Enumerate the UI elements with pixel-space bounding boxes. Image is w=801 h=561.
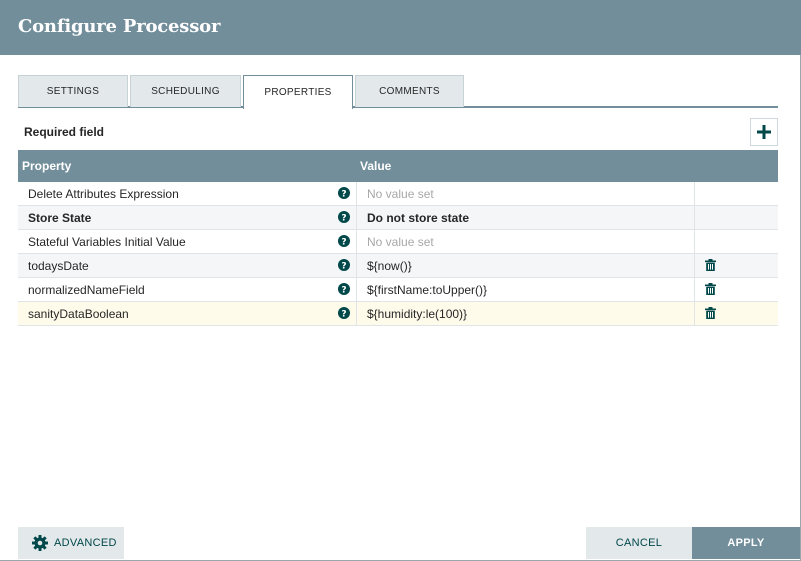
help-icon[interactable]: ?	[338, 211, 350, 223]
property-value-cell[interactable]: ${humidity:le(100)}	[357, 302, 695, 325]
property-name-cell: normalizedNameField ?	[18, 278, 357, 301]
advanced-button[interactable]: ADVANCED	[18, 527, 124, 559]
tab-properties[interactable]: PROPERTIES	[243, 75, 353, 109]
property-name: Store State	[28, 211, 92, 225]
advanced-label: ADVANCED	[54, 537, 117, 549]
trash-icon[interactable]	[705, 259, 716, 271]
properties-table: Property Value Delete Attributes Express…	[18, 150, 778, 326]
property-value: No value set	[367, 235, 434, 249]
property-value-cell[interactable]: No value set	[357, 182, 695, 205]
row-actions	[695, 230, 778, 253]
plus-icon	[757, 125, 771, 139]
property-value: ${humidity:le(100)}	[367, 307, 468, 321]
svg-text:?: ?	[341, 286, 346, 296]
tab-comments[interactable]: COMMENTS	[355, 75, 464, 107]
property-name: Stateful Variables Initial Value	[28, 235, 186, 249]
apply-button[interactable]: APPLY	[692, 527, 800, 559]
help-icon[interactable]: ?	[338, 259, 350, 271]
tab-scheduling[interactable]: SCHEDULING	[130, 75, 241, 107]
property-value: ${now()}	[367, 259, 412, 273]
property-value: Do not store state	[367, 211, 470, 225]
property-name: Delete Attributes Expression	[28, 187, 179, 201]
table-row[interactable]: Delete Attributes Expression ? No value …	[18, 182, 778, 206]
cancel-button[interactable]: CANCEL	[586, 527, 692, 559]
row-actions	[695, 254, 778, 277]
table-row[interactable]: normalizedNameField ? ${firstName:toUppe…	[18, 278, 778, 302]
table-row[interactable]: Store State ? Do not store state	[18, 206, 778, 230]
row-actions	[695, 278, 778, 301]
gear-icon	[32, 535, 48, 551]
column-header-property: Property	[22, 159, 72, 173]
property-value-cell[interactable]: ${now()}	[357, 254, 695, 277]
svg-text:?: ?	[341, 310, 346, 320]
property-name-cell: sanityDataBoolean ?	[18, 302, 357, 325]
row-actions	[695, 182, 778, 205]
property-value-cell[interactable]: ${firstName:toUpper()}	[357, 278, 695, 301]
property-name: normalizedNameField	[28, 283, 145, 297]
property-name-cell: todaysDate ?	[18, 254, 357, 277]
help-icon[interactable]: ?	[338, 187, 350, 199]
svg-text:?: ?	[341, 190, 346, 200]
row-actions	[695, 206, 778, 229]
help-icon[interactable]: ?	[338, 307, 350, 319]
property-value-cell[interactable]: No value set	[357, 230, 695, 253]
dialog-title: Configure Processor	[18, 16, 221, 37]
svg-text:?: ?	[341, 214, 346, 224]
trash-icon[interactable]	[705, 307, 716, 319]
property-value: No value set	[367, 187, 434, 201]
property-value-cell[interactable]: Do not store state	[357, 206, 695, 229]
svg-text:?: ?	[341, 262, 346, 272]
help-icon[interactable]: ?	[338, 283, 350, 295]
table-row[interactable]: sanityDataBoolean ? ${humidity:le(100)}	[18, 302, 778, 326]
dialog-header: Configure Processor	[0, 0, 801, 55]
configure-processor-dialog: Configure Processor SETTINGS SCHEDULING …	[0, 0, 801, 561]
add-property-button[interactable]	[750, 118, 778, 146]
property-value: ${firstName:toUpper()}	[367, 283, 488, 297]
property-name-cell: Stateful Variables Initial Value ?	[18, 230, 357, 253]
svg-text:?: ?	[341, 238, 346, 248]
table-header: Property Value	[18, 150, 778, 182]
property-name-cell: Delete Attributes Expression ?	[18, 182, 357, 205]
property-name: todaysDate	[28, 259, 89, 273]
row-actions	[695, 302, 778, 325]
required-field-label: Required field	[24, 125, 105, 139]
trash-icon[interactable]	[705, 283, 716, 295]
table-row[interactable]: Stateful Variables Initial Value ? No va…	[18, 230, 778, 254]
column-header-value: Value	[360, 159, 392, 173]
property-name: sanityDataBoolean	[28, 307, 129, 321]
help-icon[interactable]: ?	[338, 235, 350, 247]
property-name-cell: Store State ?	[18, 206, 357, 229]
tab-settings[interactable]: SETTINGS	[18, 75, 128, 107]
tab-bar: SETTINGS SCHEDULING PROPERTIES COMMENTS	[18, 75, 778, 109]
table-row[interactable]: todaysDate ? ${now()}	[18, 254, 778, 278]
